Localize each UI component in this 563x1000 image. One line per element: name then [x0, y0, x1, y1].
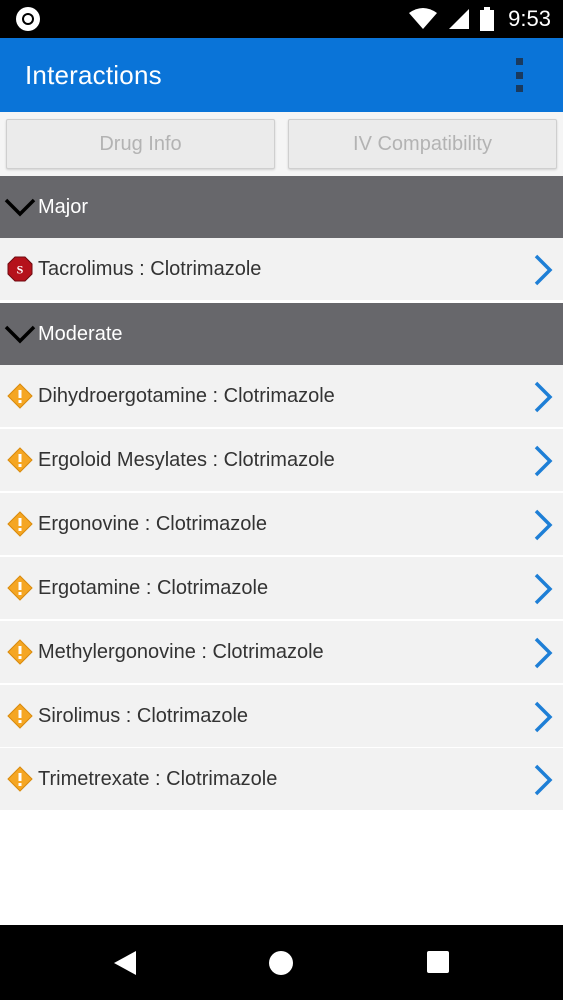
interaction-label: Ergotamine : Clotrimazole [38, 577, 269, 599]
recents-icon[interactable] [427, 951, 449, 973]
system-nav-bar [0, 925, 563, 1000]
chevron-right-icon[interactable] [531, 636, 555, 670]
battery-icon [480, 7, 495, 31]
drug-info-button[interactable]: Drug Info [6, 119, 275, 169]
warning-diamond-icon [7, 383, 33, 409]
interaction-label: Tacrolimus : Clotrimazole [38, 258, 262, 280]
section-title: Moderate [38, 322, 123, 345]
interaction-label: Dihydroergotamine : Clotrimazole [38, 385, 335, 407]
chevron-right-icon[interactable] [531, 700, 555, 734]
page-title: Interactions [25, 60, 162, 90]
interaction-label: Ergoloid Mesylates : Clotrimazole [38, 449, 335, 471]
warning-diamond-icon [7, 766, 33, 792]
interaction-label: Methylergonovine : Clotrimazole [38, 641, 324, 663]
app-bar: Interactions [0, 38, 563, 112]
status-icons: 9:53 [408, 0, 551, 38]
empty-list-area [0, 810, 563, 925]
warning-diamond-icon [7, 511, 33, 537]
status-time: 9:53 [508, 6, 551, 31]
circle-notification-icon [16, 7, 40, 31]
interaction-row[interactable]: S Tacrolimus : Clotrimazole [0, 238, 563, 301]
warning-diamond-icon [7, 703, 33, 729]
chevron-right-icon[interactable] [531, 763, 555, 797]
warning-diamond-icon [7, 575, 33, 601]
section-title: Major [38, 195, 89, 218]
overflow-menu-icon[interactable] [507, 58, 531, 92]
iv-compatibility-button[interactable]: IV Compatibility [288, 119, 557, 169]
stop-sign-icon: S [7, 256, 33, 282]
interaction-label: Ergonovine : Clotrimazole [38, 513, 267, 535]
chevron-right-icon[interactable] [531, 380, 555, 414]
interaction-row[interactable]: Methylergonovine : Clotrimazole [0, 621, 563, 684]
section-header-major[interactable]: Major [0, 176, 563, 238]
interaction-row[interactable]: Dihydroergotamine : Clotrimazole [0, 365, 563, 428]
home-icon[interactable] [269, 951, 293, 975]
wifi-icon [409, 8, 438, 29]
stop-sign-letter: S [17, 263, 24, 277]
chevron-down-icon [4, 198, 36, 217]
chevron-right-icon[interactable] [531, 508, 555, 542]
interaction-row[interactable]: Ergoloid Mesylates : Clotrimazole [0, 429, 563, 492]
warning-diamond-icon [7, 447, 33, 473]
warning-diamond-icon [7, 639, 33, 665]
chevron-right-icon[interactable] [531, 572, 555, 606]
interaction-row[interactable]: Ergotamine : Clotrimazole [0, 557, 563, 620]
status-bar: 9:53 [0, 0, 563, 38]
chevron-right-icon[interactable] [531, 444, 555, 478]
interaction-row[interactable]: Trimetrexate : Clotrimazole [0, 748, 563, 811]
signal-icon [449, 9, 470, 29]
chevron-down-icon [4, 325, 36, 344]
back-icon[interactable] [112, 949, 138, 977]
section-header-moderate[interactable]: Moderate [0, 303, 563, 365]
interaction-label: Sirolimus : Clotrimazole [38, 705, 249, 727]
interaction-row[interactable]: Ergonovine : Clotrimazole [0, 493, 563, 556]
chevron-right-icon[interactable] [531, 253, 555, 287]
interaction-row[interactable]: Sirolimus : Clotrimazole [0, 685, 563, 748]
tab-button-row: Drug Info IV Compatibility [0, 112, 563, 176]
interaction-label: Trimetrexate : Clotrimazole [38, 768, 278, 790]
